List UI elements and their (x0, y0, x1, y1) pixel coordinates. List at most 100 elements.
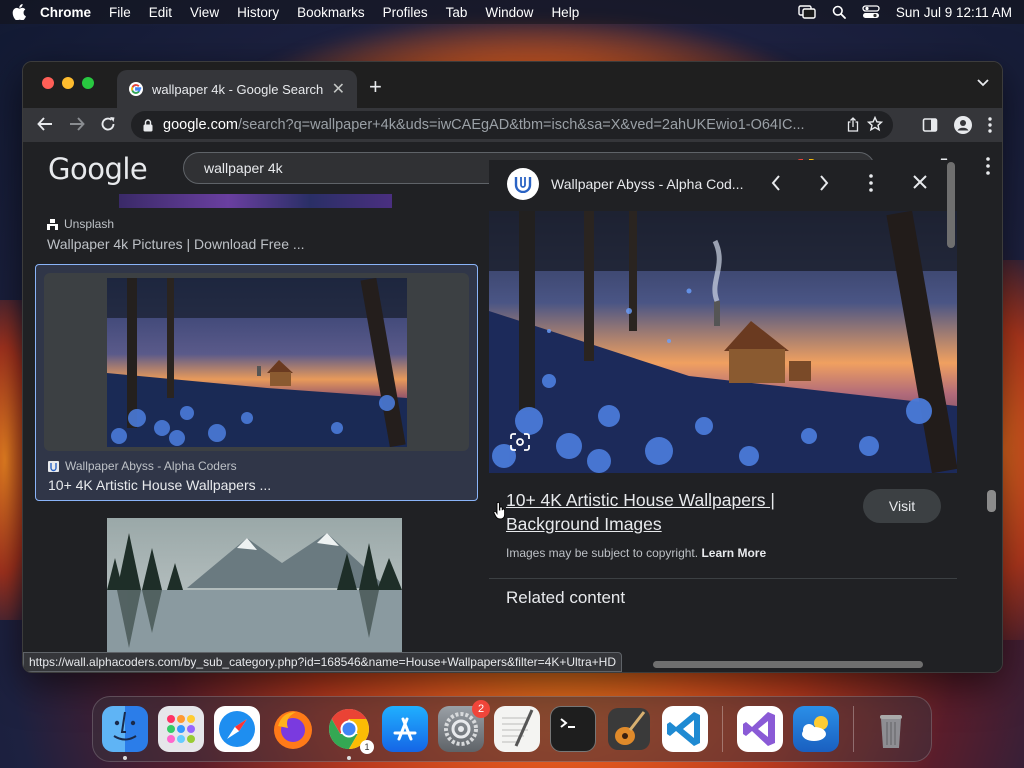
page-scrollbar-thumb[interactable] (987, 490, 996, 512)
search-query[interactable]: wallpaper 4k (204, 160, 283, 176)
menu-window[interactable]: Window (485, 5, 533, 20)
menu-profiles[interactable]: Profiles (383, 5, 428, 20)
firefox-icon[interactable] (270, 706, 316, 752)
result-title[interactable]: 10+ 4K Artistic House Wallpapers ... (48, 477, 271, 493)
google-favicon-icon (129, 82, 143, 96)
visit-button[interactable]: Visit (863, 489, 941, 523)
trash-icon[interactable] (868, 706, 914, 752)
apple-logo-icon[interactable] (12, 4, 26, 20)
window-controls (42, 77, 94, 89)
dock-separator (722, 706, 723, 752)
result-source-alphacoders[interactable]: Wallpaper Abyss - Alpha Coders (48, 459, 237, 473)
menu-bookmarks[interactable]: Bookmarks (297, 5, 365, 20)
lock-icon[interactable] (143, 118, 153, 132)
control-center-icon[interactable] (862, 5, 880, 19)
menu-tab[interactable]: Tab (446, 5, 468, 20)
browser-toolbar: google.com /search?q=wallpaper+4k&uds=iw… (23, 108, 1002, 142)
weather-cloud-sun-icon (802, 716, 828, 741)
menu-bar-clock[interactable]: Sun Jul 9 12:11 AM (896, 5, 1012, 20)
google-logo[interactable]: Google (48, 152, 148, 186)
menu-edit[interactable]: Edit (149, 5, 172, 20)
tab-title: wallpaper 4k - Google Search (152, 81, 324, 97)
app-store-a-icon (393, 717, 417, 741)
app-store-icon[interactable] (382, 706, 428, 752)
tab-search-chevron-icon[interactable] (976, 78, 990, 88)
result-thumbnail-partial[interactable] (119, 194, 392, 208)
profile-avatar-icon[interactable] (954, 116, 972, 134)
share-icon[interactable] (847, 117, 859, 132)
preview-scrollbar[interactable] (947, 162, 955, 248)
forward-arrow-icon[interactable] (69, 116, 85, 132)
minimize-window-button[interactable] (62, 77, 74, 89)
more-options-icon[interactable] (869, 174, 873, 192)
preview-site-name[interactable]: Wallpaper Abyss - Alpha Cod... (551, 176, 743, 192)
preview-page-title[interactable]: 10+ 4K Artistic House Wallpapers | Backg… (506, 488, 806, 536)
result-title[interactable]: Wallpaper 4k Pictures | Download Free ..… (47, 236, 305, 252)
previous-image-chevron-icon[interactable] (770, 174, 782, 192)
chrome-icon[interactable]: 1 (326, 706, 374, 760)
screen-mirroring-icon[interactable] (798, 5, 816, 19)
reload-icon[interactable] (100, 116, 116, 132)
system-settings-icon[interactable]: 2 (438, 700, 490, 752)
result-source-label: Wallpaper Abyss - Alpha Coders (65, 459, 237, 473)
close-window-button[interactable] (42, 77, 54, 89)
tab-google-search[interactable]: wallpaper 4k - Google Search ✕ (117, 70, 357, 108)
bookmark-star-icon[interactable] (867, 116, 883, 132)
address-bar[interactable]: google.com /search?q=wallpaper+4k&uds=iw… (131, 111, 893, 139)
selected-result-card[interactable]: Wallpaper Abyss - Alpha Coders 10+ 4K Ar… (35, 264, 478, 501)
menu-app-name[interactable]: Chrome (40, 5, 91, 20)
textedit-icon[interactable] (494, 706, 540, 752)
google-apps-icon[interactable] (986, 157, 990, 175)
tab-strip: wallpaper 4k - Google Search ✕ + (23, 62, 1002, 108)
textedit-pen-icon (502, 709, 534, 747)
guitar-icon (608, 708, 650, 750)
alphacoders-logo-icon (514, 177, 532, 193)
house-wallpaper-thumbnail[interactable] (107, 278, 407, 447)
next-image-chevron-icon[interactable] (818, 174, 830, 192)
finder-icon[interactable] (102, 706, 148, 760)
notification-badge: 2 (472, 700, 490, 718)
image-preview-panel: Wallpaper Abyss - Alpha Cod... 10+ 4K Ar… (489, 160, 957, 607)
tab-close-icon[interactable]: ✕ (332, 79, 345, 99)
learn-more-link[interactable]: Learn More (701, 546, 766, 560)
menu-bar: Chrome File Edit View History Bookmarks … (0, 0, 1024, 24)
trash-can-icon (880, 715, 902, 748)
menu-history[interactable]: History (237, 5, 279, 20)
preview-house-wallpaper-image[interactable] (489, 211, 957, 473)
mountain-lake-thumbnail[interactable] (107, 518, 402, 658)
spotlight-search-icon[interactable] (832, 5, 846, 19)
safari-compass-icon (219, 711, 255, 747)
new-tab-button[interactable]: + (369, 74, 382, 100)
dock-separator (853, 706, 854, 752)
chrome-menu-icon[interactable] (988, 117, 992, 133)
visual-studio-icon[interactable] (737, 706, 783, 752)
back-arrow-icon[interactable] (37, 116, 53, 132)
google-logo-text: Google (48, 152, 148, 186)
menu-file[interactable]: File (109, 5, 131, 20)
garageband-icon[interactable] (606, 706, 652, 752)
related-content-heading: Related content (506, 588, 626, 607)
vscode-logo-icon (667, 712, 700, 746)
menu-bar-status-area: Sun Jul 9 12:11 AM (798, 5, 1012, 20)
url-host: google.com (163, 117, 238, 133)
alphacoders-site-logo[interactable] (507, 168, 539, 200)
image-results-grid: Unsplash Wallpaper 4k Pictures | Downloa… (23, 194, 488, 672)
side-panel-icon[interactable] (922, 117, 938, 133)
url-path: /search?q=wallpaper+4k&uds=iwCAEgAD&tbm=… (237, 117, 805, 133)
vscode-icon[interactable] (662, 706, 708, 752)
result-source-unsplash[interactable]: Unsplash (47, 217, 114, 231)
menu-view[interactable]: View (190, 5, 219, 20)
toolbar-actions (922, 116, 992, 134)
running-indicator (123, 756, 127, 760)
terminal-prompt-icon (560, 718, 575, 728)
close-preview-icon[interactable] (912, 174, 928, 190)
lens-search-icon[interactable] (509, 432, 531, 452)
menu-help[interactable]: Help (551, 5, 579, 20)
zoom-window-button[interactable] (82, 77, 94, 89)
launchpad-icon[interactable] (158, 706, 204, 752)
safari-icon[interactable] (214, 706, 260, 752)
weather-icon[interactable] (793, 706, 839, 752)
horizontal-scrollbar[interactable] (653, 661, 923, 668)
terminal-icon[interactable] (550, 706, 596, 752)
pointer-hand-cursor-icon (493, 502, 506, 520)
